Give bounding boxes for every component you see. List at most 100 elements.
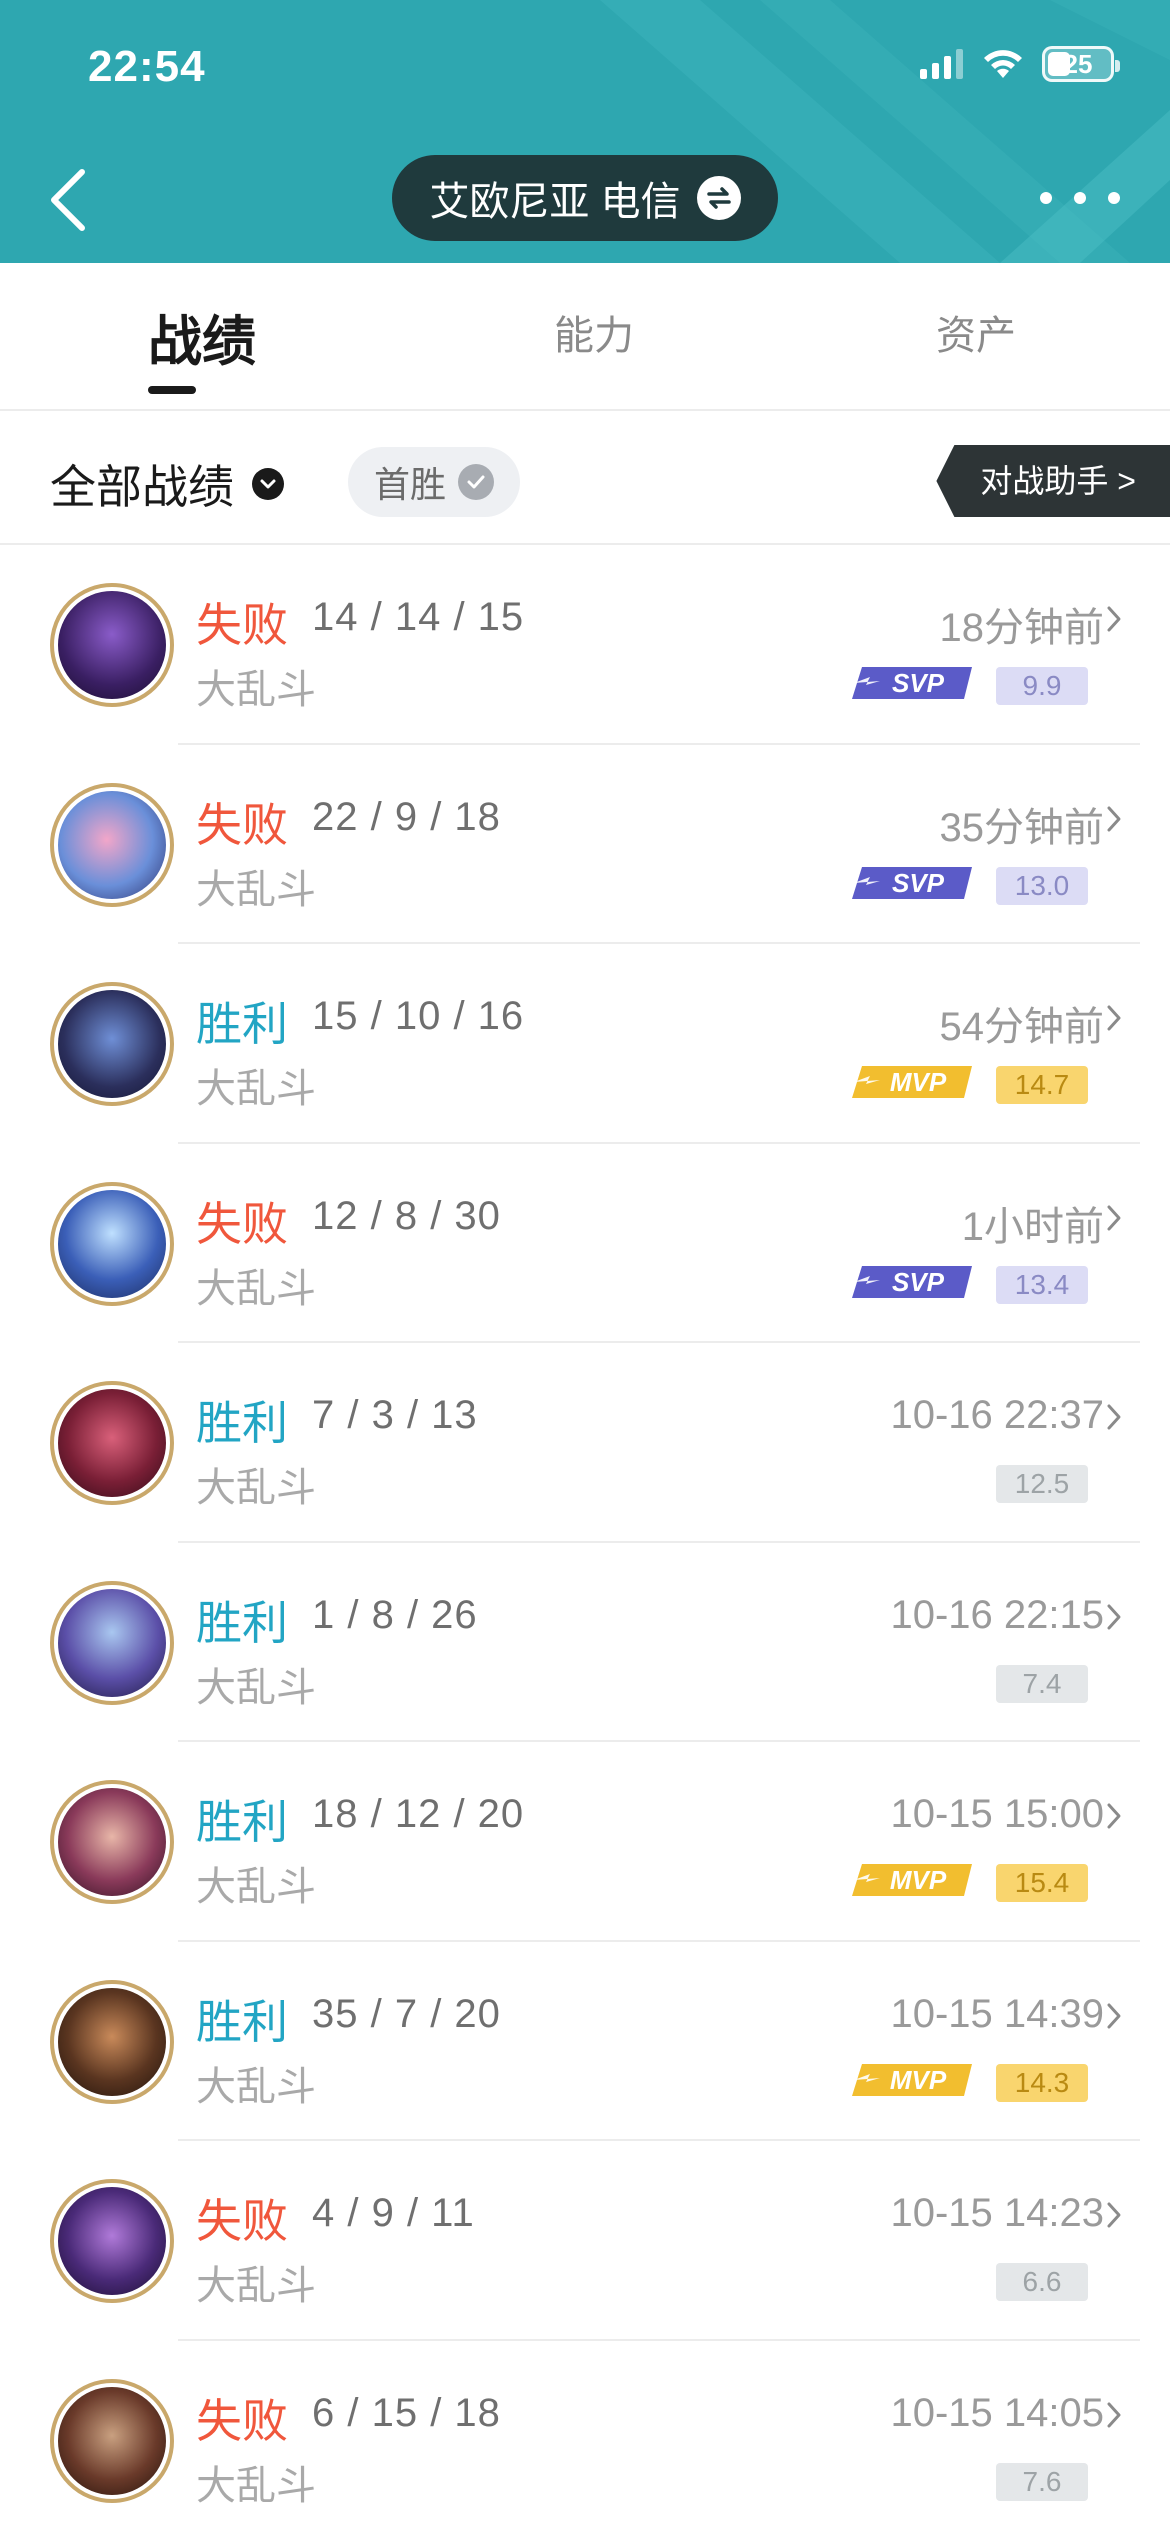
- match-score: 15.4: [996, 1864, 1088, 1902]
- match-result: 失败: [196, 1197, 288, 1250]
- chevron-right-icon: [1107, 1404, 1121, 1430]
- chevron-right-icon: [1107, 606, 1121, 632]
- match-kda: 14 / 14 / 15: [312, 595, 525, 639]
- svg-text:MVP: MVP: [890, 1865, 947, 1895]
- svg-text:SVP: SVP: [892, 1267, 945, 1297]
- active-tab-indicator: [148, 386, 196, 394]
- match-score: 14.7: [996, 1066, 1088, 1104]
- match-result: 失败: [196, 2195, 288, 2247]
- svp-badge-icon: SVP: [852, 866, 972, 899]
- match-kda: 22 / 9 / 18: [312, 794, 501, 839]
- match-result: 胜利: [196, 1995, 288, 2048]
- match-row[interactable]: 胜利 1 / 8 / 26 大乱斗 10-16 22:15 7.4: [0, 1543, 1170, 1742]
- signal-icon: [920, 49, 963, 79]
- match-result: 失败: [196, 599, 288, 651]
- match-mode: 大乱斗: [196, 2463, 316, 2508]
- tab-ability[interactable]: 能力: [554, 303, 634, 361]
- match-kda: 15 / 10 / 16: [312, 994, 525, 1038]
- match-row[interactable]: 失败 14 / 14 / 15 大乱斗 18分钟前 SVP 9.9: [0, 545, 1170, 745]
- status-icons: 25: [920, 46, 1120, 82]
- chevron-right-icon: [1107, 1205, 1121, 1230]
- match-result: 胜利: [196, 1397, 288, 1449]
- match-mode: 大乱斗: [196, 867, 316, 912]
- match-mode: 大乱斗: [196, 2264, 316, 2308]
- chevron-right-icon: [1107, 806, 1121, 831]
- svp-badge-icon: SVP: [852, 1265, 972, 1298]
- match-time: 1小时前: [961, 1204, 1104, 1249]
- server-name: 艾欧尼亚 电信: [429, 180, 681, 224]
- match-time: 54分钟前: [939, 1005, 1105, 1049]
- server-switcher[interactable]: 艾欧尼亚 电信: [392, 155, 778, 241]
- chevron-right-icon: [1107, 2202, 1121, 2228]
- app-header: 22:54 25 艾欧尼亚 电信: [0, 0, 1170, 263]
- match-row[interactable]: 胜利 35 / 7 / 20 大乱斗 10-15 14:39 MVP 14.3: [0, 1942, 1170, 2141]
- champion-avatar: [50, 782, 174, 907]
- champion-avatar: [50, 583, 174, 707]
- match-kda: 35 / 7 / 20: [312, 1991, 501, 2036]
- champion-avatar: [50, 982, 174, 1106]
- more-options-icon[interactable]: [1040, 178, 1120, 218]
- match-time: 10-16 22:37: [890, 1393, 1104, 1437]
- match-score: 6.6: [996, 2263, 1088, 2301]
- match-result: 胜利: [196, 1796, 288, 1848]
- battle-assistant-button[interactable]: 对战助手 >: [936, 445, 1170, 517]
- tab-bar: 战绩 能力 资产: [0, 263, 1170, 411]
- match-mode: 大乱斗: [196, 1067, 316, 1111]
- match-row[interactable]: 失败 22 / 9 / 18 大乱斗 35分钟前 SVP 13.0: [0, 745, 1170, 944]
- match-time: 10-15 14:23: [890, 2191, 1104, 2235]
- match-row[interactable]: 失败 12 / 8 / 30 大乱斗 1小时前 SVP 13.4: [0, 1144, 1170, 1343]
- mvp-badge-icon: MVP: [852, 2063, 972, 2096]
- all-records-label: 全部战绩: [50, 461, 234, 513]
- match-kda: 1 / 8 / 26: [312, 1592, 478, 1637]
- chevron-right-icon: [1107, 1005, 1121, 1031]
- first-win-filter[interactable]: 首胜: [348, 447, 520, 517]
- swap-icon: [696, 176, 741, 220]
- back-icon[interactable]: [40, 160, 100, 240]
- match-mode: 大乱斗: [196, 1466, 316, 1510]
- champion-avatar: [50, 1181, 174, 1306]
- match-mode: 大乱斗: [196, 2064, 316, 2109]
- champion-avatar: [50, 1780, 174, 1904]
- champion-avatar: [50, 2378, 174, 2503]
- match-row[interactable]: 失败 4 / 9 / 11 大乱斗 10-15 14:23 6.6: [0, 2141, 1170, 2341]
- match-kda: 18 / 12 / 20: [312, 1792, 525, 1836]
- match-kda: 6 / 15 / 18: [312, 2390, 501, 2435]
- chevron-right-icon: [1107, 1604, 1121, 1629]
- chevron-right-icon: [1107, 1803, 1121, 1829]
- match-time: 10-15 14:39: [890, 1991, 1104, 2036]
- match-time: 18分钟前: [939, 606, 1105, 650]
- match-mode: 大乱斗: [196, 1665, 316, 1710]
- chevron-right-icon: [1107, 2003, 1121, 2028]
- match-time: 10-16 22:15: [890, 1592, 1104, 1637]
- all-records-dropdown[interactable]: 全部战绩: [50, 451, 284, 517]
- match-score: 14.3: [996, 2063, 1088, 2102]
- match-row[interactable]: 胜利 18 / 12 / 20 大乱斗 10-15 15:00 MVP 15.4: [0, 1742, 1170, 1942]
- battery-icon: 25: [1042, 46, 1120, 82]
- match-mode: 大乱斗: [196, 668, 316, 712]
- chevron-down-icon: [252, 468, 284, 500]
- filter-bar: 全部战绩 首胜 对战助手 >: [0, 413, 1170, 545]
- status-time: 22:54: [88, 42, 206, 91]
- match-result: 失败: [196, 798, 288, 851]
- match-score: 13.0: [996, 866, 1088, 905]
- mvp-badge-icon: MVP: [852, 1864, 972, 1896]
- match-score: 7.6: [996, 2462, 1088, 2501]
- match-result: 失败: [196, 2394, 288, 2447]
- match-kda: 4 / 9 / 11: [312, 2191, 475, 2235]
- match-row[interactable]: 失败 6 / 15 / 18 大乱斗 10-15 14:05 7.6: [0, 2341, 1170, 2532]
- battery-level: 25: [1063, 49, 1093, 79]
- svg-text:MVP: MVP: [890, 2065, 947, 2095]
- tab-assets[interactable]: 资产: [936, 303, 1016, 361]
- match-row[interactable]: 胜利 15 / 10 / 16 大乱斗 54分钟前 MVP 14.7: [0, 944, 1170, 1144]
- match-time: 35分钟前: [939, 805, 1105, 850]
- champion-avatar: [50, 2179, 174, 2303]
- svg-text:SVP: SVP: [892, 668, 945, 698]
- match-row[interactable]: 胜利 7 / 3 / 13 大乱斗 10-16 22:37 12.5: [0, 1343, 1170, 1543]
- tab-records[interactable]: 战绩: [148, 297, 256, 376]
- wifi-icon: [984, 50, 1022, 78]
- mvp-badge-icon: MVP: [852, 1066, 972, 1098]
- svg-text:SVP: SVP: [892, 868, 945, 898]
- svg-text:MVP: MVP: [890, 1067, 947, 1097]
- match-mode: 大乱斗: [196, 1266, 316, 1311]
- match-result: 胜利: [196, 1596, 288, 1649]
